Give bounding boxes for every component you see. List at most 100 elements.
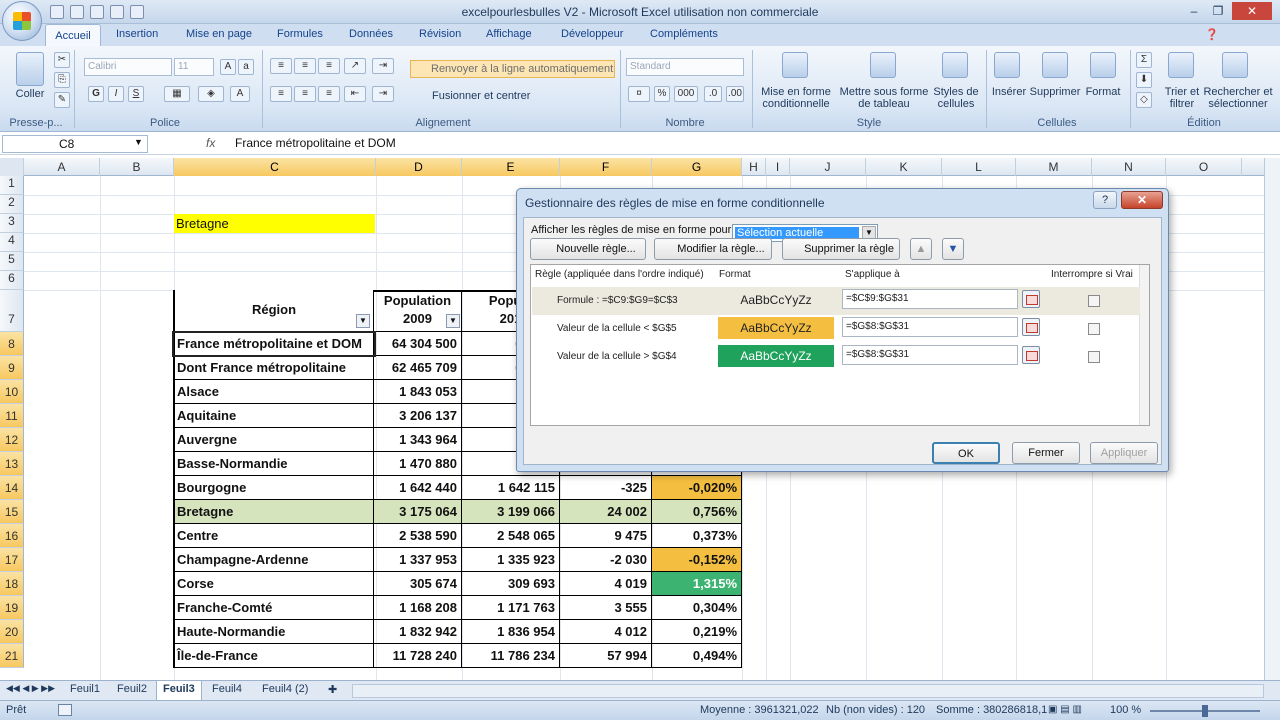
stop-if-true-checkbox[interactable] (1088, 295, 1100, 307)
cell-pop-2009[interactable]: 64 304 500 (374, 332, 462, 356)
cell-pop-2009[interactable]: 11 728 240 (374, 644, 462, 668)
rule-applies-input[interactable]: =$G$8:$G$31 (842, 317, 1018, 337)
cell-difference[interactable]: 4 019 (560, 572, 652, 596)
font-name-combo[interactable]: Calibri (84, 58, 172, 76)
cell-region[interactable]: Île-de-France (173, 644, 374, 668)
col-header-b[interactable]: B (100, 158, 174, 176)
format-as-table-button[interactable]: Mettre sous forme de tableau (838, 86, 930, 110)
format-cells-icon[interactable] (1090, 52, 1116, 78)
cell-region[interactable]: Basse-Normandie (173, 452, 374, 476)
cell-c3[interactable]: Bretagne (174, 214, 375, 233)
number-format-combo[interactable]: Standard (626, 58, 744, 76)
row-header-7[interactable]: 7 (0, 290, 24, 332)
row-header-8[interactable]: 8 (0, 332, 24, 356)
cell-difference[interactable]: 9 475 (560, 524, 652, 548)
cell-region[interactable]: Alsace (173, 380, 374, 404)
close-window-button[interactable]: ✕ (1232, 2, 1272, 20)
cell-region[interactable]: Champagne-Ardenne (173, 548, 374, 572)
cell-pop-2010[interactable]: 1 335 923 (462, 548, 560, 572)
dialog-help-button[interactable]: ? (1093, 191, 1117, 209)
increase-decimal-icon[interactable]: .0 (704, 86, 722, 102)
col-header-o[interactable]: O (1166, 158, 1242, 176)
col-header-l[interactable]: L (942, 158, 1016, 176)
row-header-17[interactable]: 17 (0, 548, 24, 572)
col-header-a[interactable]: A (24, 158, 100, 176)
cell-region[interactable]: Auvergne (173, 428, 374, 452)
row-header-20[interactable]: 20 (0, 620, 24, 644)
font-color-icon[interactable]: A (230, 86, 250, 102)
help-icon[interactable]: ❓ (1205, 28, 1219, 41)
move-up-icon[interactable]: ▲ (910, 238, 932, 260)
range-select-icon[interactable] (1022, 290, 1040, 308)
tab-nav-icons[interactable]: ◀◀ ◀ ▶ ▶▶ (6, 683, 55, 694)
rule-row[interactable]: Formule : =$C9:$G9=$C$3 AaBbCcYyZz =$C$9… (532, 287, 1140, 315)
row-header-3[interactable]: 3 (0, 214, 24, 233)
clear-icon[interactable]: ◇ (1136, 92, 1152, 108)
row-header-1[interactable]: 1 (0, 176, 24, 195)
cell-percent[interactable]: 0,373% (652, 524, 742, 548)
decrease-indent-icon[interactable]: ⇤ (344, 86, 366, 102)
dialog-close-button[interactable]: ✕ (1121, 191, 1163, 209)
format-painter-icon[interactable]: ✎ (54, 92, 70, 108)
cell-region[interactable]: Bretagne (173, 500, 374, 524)
insert-sheet-icon[interactable]: ✚ (328, 683, 337, 696)
sheet-tab-feuil2[interactable]: Feuil2 (117, 683, 147, 695)
row-header-21[interactable]: 21 (0, 644, 24, 668)
row-header-10[interactable]: 10 (0, 380, 24, 404)
cell-pop-2010[interactable]: 11 786 234 (462, 644, 560, 668)
merge-center-button[interactable]: Fusionner et centrer (414, 90, 554, 102)
cell-region[interactable]: Centre (173, 524, 374, 548)
insert-button[interactable]: Insérer (988, 86, 1030, 98)
thousands-icon[interactable]: 000 (674, 86, 698, 102)
cell-percent[interactable]: 0,304% (652, 596, 742, 620)
delete-button[interactable]: Supprimer (1028, 86, 1082, 98)
ok-button[interactable]: OK (932, 442, 1000, 464)
tab-affichage[interactable]: Affichage (486, 28, 532, 40)
cell-region[interactable]: France métropolitaine et DOM (173, 332, 374, 356)
cell-pop-2009[interactable]: 305 674 (374, 572, 462, 596)
cell-pop-2009[interactable]: 1 642 440 (374, 476, 462, 500)
formula-input[interactable]: France métropolitaine et DOM (235, 136, 396, 150)
find-select-icon[interactable] (1222, 52, 1248, 78)
cell-pop-2009[interactable]: 3 175 064 (374, 500, 462, 524)
row-header-16[interactable]: 16 (0, 524, 24, 548)
zoom-level[interactable]: 100 % (1110, 704, 1141, 716)
select-all-button[interactable] (0, 158, 24, 176)
tab-developpeur[interactable]: Développeur (561, 28, 623, 40)
shrink-font-icon[interactable]: a (238, 59, 254, 75)
grow-font-icon[interactable]: A (220, 59, 236, 75)
cell-pop-2009[interactable]: 3 206 137 (374, 404, 462, 428)
bold-icon[interactable]: G (88, 86, 104, 102)
tab-accueil[interactable]: Accueil (45, 24, 101, 48)
sheet-tab-feuil4[interactable]: Feuil4 (212, 683, 242, 695)
col-header-d[interactable]: D (376, 158, 462, 176)
row-header-2[interactable]: 2 (0, 195, 24, 214)
vertical-scrollbar[interactable] (1264, 158, 1280, 680)
sheet-tab-feuil3[interactable]: Feuil3 (156, 681, 202, 700)
office-button[interactable] (2, 1, 42, 41)
cell-difference[interactable]: 24 002 (560, 500, 652, 524)
cell-difference[interactable]: 57 994 (560, 644, 652, 668)
cell-percent[interactable]: -0,152% (652, 548, 742, 572)
cell-pop-2009[interactable]: 1 337 953 (374, 548, 462, 572)
align-left-icon[interactable]: ≡ (270, 86, 292, 102)
cell-pop-2010[interactable]: 2 548 065 (462, 524, 560, 548)
row-header-14[interactable]: 14 (0, 476, 24, 500)
range-select-icon[interactable] (1022, 346, 1040, 364)
row-header-5[interactable]: 5 (0, 252, 24, 271)
align-top-icon[interactable]: ≡ (270, 58, 292, 74)
sheet-tab-feuil4-2[interactable]: Feuil4 (2) (262, 683, 308, 695)
rule-applies-input[interactable]: =$G$8:$G$31 (842, 345, 1018, 365)
col-header-h[interactable]: H (742, 158, 766, 176)
cell-percent[interactable]: 0,756% (652, 500, 742, 524)
cell-pop-2009[interactable]: 1 832 942 (374, 620, 462, 644)
align-middle-icon[interactable]: ≡ (294, 58, 316, 74)
filter-dropdown-icon[interactable]: ▼ (356, 314, 370, 328)
new-rule-button[interactable]: Nouvelle règle... (530, 238, 646, 260)
tab-insertion[interactable]: Insertion (116, 28, 158, 40)
sort-filter-icon[interactable] (1168, 52, 1194, 78)
row-header-12[interactable]: 12 (0, 428, 24, 452)
col-header-c[interactable]: C (174, 158, 376, 176)
minimize-button[interactable]: – (1182, 2, 1206, 20)
cell-pop-2010[interactable]: 309 693 (462, 572, 560, 596)
